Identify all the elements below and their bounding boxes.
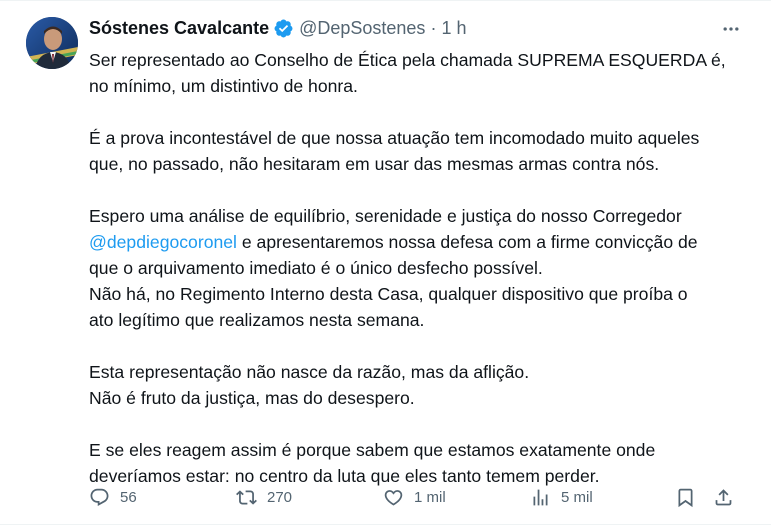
avatar[interactable] <box>26 17 78 69</box>
more-options-icon[interactable] <box>713 15 749 43</box>
separator-dot: · <box>430 18 437 38</box>
bookmark-button[interactable] <box>675 483 696 511</box>
text-line: que, no passado, não hesitaram em usar d… <box>89 154 660 174</box>
like-count: 1 mil <box>414 488 446 506</box>
text-line: Espero uma análise de equilíbrio, sereni… <box>89 206 682 226</box>
author-handle[interactable]: @DepSostenes <box>299 15 425 41</box>
like-button[interactable]: 1 mil <box>383 483 446 511</box>
reply-icon <box>89 487 110 508</box>
text-line: Ser representado ao Conselho de Ética pe… <box>89 50 726 70</box>
repost-count: 270 <box>267 488 293 506</box>
reply-button[interactable]: 56 <box>89 483 137 511</box>
views-icon <box>530 487 551 508</box>
paragraph-1: Ser representado ao Conselho de Ética pe… <box>89 47 749 99</box>
action-bar: 56 270 1 mil 5 mil <box>89 483 746 511</box>
tweet-timestamp[interactable]: 1 h <box>441 15 466 41</box>
text-line: @depdiegocoronel e apresentaremos nossa … <box>89 229 749 255</box>
paragraph-4: Esta representação não nasce da razão, m… <box>89 359 749 411</box>
views-count: 5 mil <box>561 488 593 506</box>
paragraph-3: Espero uma análise de equilíbrio, sereni… <box>89 203 749 333</box>
views-button[interactable]: 5 mil <box>530 483 593 511</box>
share-icon <box>713 487 734 508</box>
text-line: ato legítimo que realizamos nesta semana… <box>89 310 425 330</box>
paragraph-5: E se eles reagem assim é porque sabem qu… <box>89 437 749 489</box>
text-line: Não é fruto da justiça, mas do desespero… <box>89 388 415 408</box>
tweet-card[interactable]: Sóstenes Cavalcante @DepSostenes · 1 h S… <box>0 0 771 525</box>
tweet-header: Sóstenes Cavalcante @DepSostenes · 1 h <box>89 15 749 41</box>
share-button[interactable] <box>713 483 734 511</box>
text-line: E se eles reagem assim é porque sabem qu… <box>89 440 656 460</box>
like-icon <box>383 487 404 508</box>
tweet-text: Ser representado ao Conselho de Ética pe… <box>89 47 749 489</box>
repost-icon <box>236 487 257 508</box>
paragraph-2: É a prova incontestável de que nossa atu… <box>89 125 749 177</box>
repost-button[interactable]: 270 <box>236 483 292 511</box>
mention-link[interactable]: @depdiegocoronel <box>89 232 237 252</box>
bookmark-icon <box>675 487 696 508</box>
verified-badge-icon[interactable] <box>273 18 294 39</box>
text-line: Não há, no Regimento Interno desta Casa,… <box>89 284 688 304</box>
text-line: no mínimo, um distintivo de honra. <box>89 76 358 96</box>
text-line: que o arquivamento imediato é o único de… <box>89 258 543 278</box>
text-segment: e apresentaremos nossa defesa com a firm… <box>236 232 698 252</box>
reply-count: 56 <box>120 488 137 506</box>
text-line: Esta representação não nasce da razão, m… <box>89 362 530 382</box>
author-name[interactable]: Sóstenes Cavalcante <box>89 15 269 41</box>
profile-photo-icon <box>26 17 78 69</box>
text-line: É a prova incontestável de que nossa atu… <box>89 128 700 148</box>
tweet-content: Sóstenes Cavalcante @DepSostenes · 1 h S… <box>89 15 749 489</box>
